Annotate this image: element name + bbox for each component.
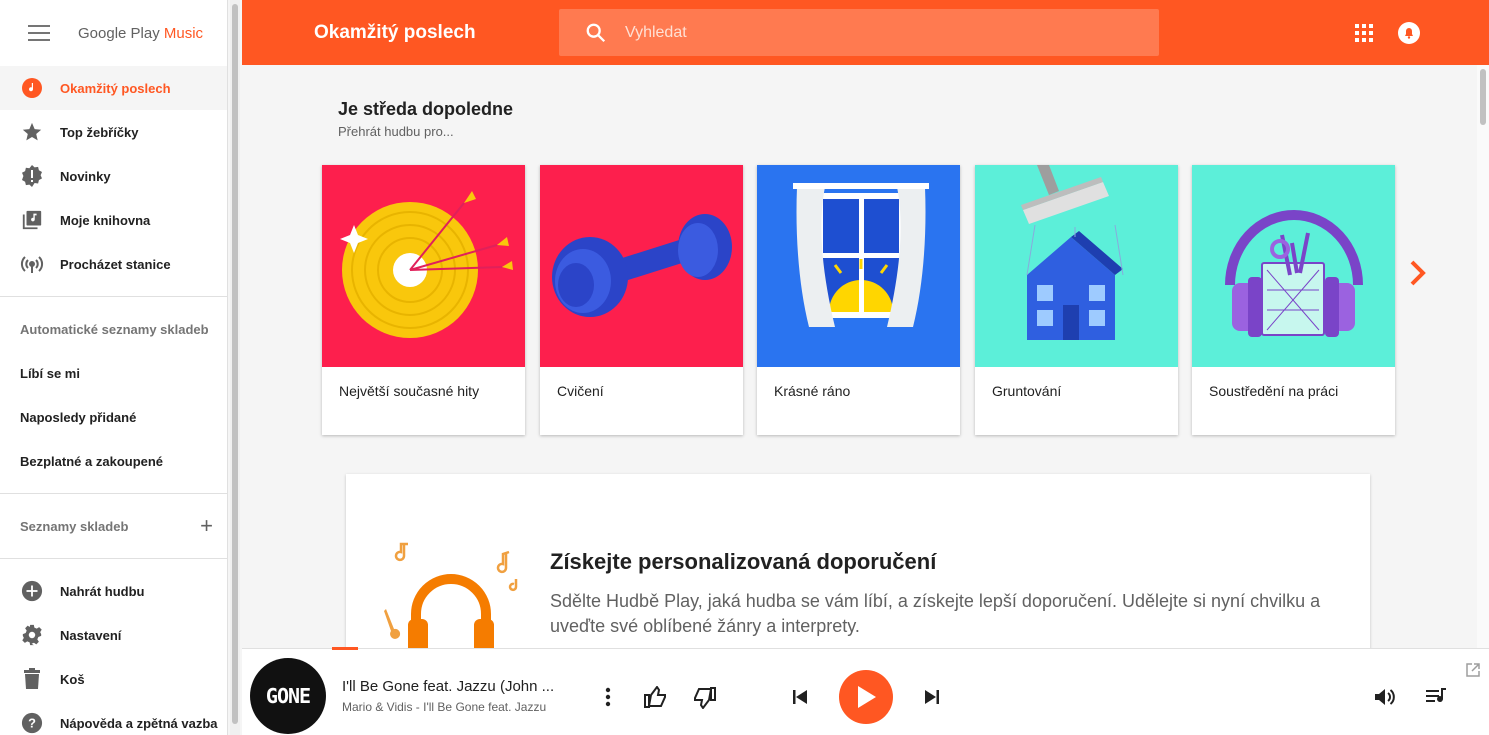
card-label: Gruntování — [992, 383, 1062, 399]
auto-playlist-liked[interactable]: Líbí se mi — [0, 351, 227, 395]
playlists-header-label: Seznamy skladeb — [20, 518, 129, 534]
card-art — [757, 165, 960, 367]
album-art[interactable]: GONE — [250, 658, 326, 734]
auto-playlist-free-purchased[interactable]: Bezplatné a zakoupené — [0, 439, 227, 483]
card-label: Soustředění na práci — [1209, 383, 1339, 399]
hamburger-menu-icon[interactable] — [28, 25, 50, 41]
card-label: Cvičení — [557, 383, 604, 399]
card-cleaning[interactable]: Gruntování — [975, 165, 1178, 435]
next-track-icon[interactable] — [920, 685, 944, 709]
player-bar: GONE I'll Be Gone feat. Jazzu (John ... … — [242, 647, 1489, 735]
sidebar-item-browse-stations[interactable]: Procházet stanice — [0, 242, 227, 286]
sidebar-item-new-releases[interactable]: Novinky — [0, 154, 227, 198]
sidebar-item-label: Koš — [60, 671, 85, 687]
card-label: Největší současné hity — [339, 383, 480, 399]
library-music-icon — [20, 208, 44, 232]
help-icon: ? — [20, 711, 44, 735]
sidebar-scrollbar[interactable] — [230, 0, 240, 735]
settings-gear-icon — [20, 623, 44, 647]
sidebar-header: Google Play Music — [0, 0, 227, 66]
playback-progress[interactable] — [332, 647, 358, 650]
volume-icon[interactable] — [1372, 684, 1398, 710]
notifications-icon[interactable] — [1398, 22, 1420, 44]
top-bar: Okamžitý poslech — [242, 0, 1489, 65]
track-title[interactable]: I'll Be Gone feat. Jazzu (John ... — [342, 678, 554, 695]
queue-icon[interactable] — [1424, 685, 1450, 709]
new-releases-icon — [20, 164, 44, 188]
star-icon — [20, 120, 44, 144]
search-input[interactable] — [623, 22, 1103, 43]
main-scrollbar-thumb[interactable] — [1480, 69, 1486, 125]
main-content: Je středa dopoledne Přehrát hudbu pro...… — [242, 65, 1477, 648]
promo-title: Získejte personalizovaná doporučení — [550, 549, 937, 574]
sidebar-item-label: Procházet stanice — [60, 256, 171, 272]
play-icon — [858, 686, 876, 708]
auto-playlists-header: Automatické seznamy skladeb — [20, 321, 209, 337]
sidebar-item-label: Moje knihovna — [60, 212, 151, 228]
sidebar-item-listen-now[interactable]: Okamžitý poslech — [0, 66, 227, 110]
sidebar-item-upload-music[interactable]: Nahrát hudbu — [0, 569, 227, 613]
listen-now-icon — [20, 76, 44, 100]
sidebar-item-label: Nápověda a zpětná vazba — [60, 715, 218, 731]
sidebar-item-label: Nahrát hudbu — [60, 583, 145, 599]
promo-description: Sdělte Hudbě Play, jaká hudba se vám líb… — [550, 591, 1321, 636]
card-art — [322, 165, 525, 367]
sidebar-item-my-library[interactable]: Moje knihovna — [0, 198, 227, 242]
card-biggest-hits[interactable]: Největší současné hity — [322, 165, 525, 435]
sidebar-scrollbar-thumb[interactable] — [232, 4, 238, 724]
sidebar-item-settings[interactable]: Nastavení — [0, 613, 227, 657]
play-button[interactable] — [839, 670, 893, 724]
divider — [0, 558, 227, 559]
search-icon[interactable] — [585, 22, 607, 44]
card-art — [540, 165, 743, 367]
main-scrollbar[interactable] — [1477, 65, 1489, 648]
thumbs-down-icon[interactable] — [690, 685, 718, 711]
apps-grid-icon[interactable] — [1355, 24, 1373, 42]
chevron-right-icon[interactable] — [1406, 258, 1430, 288]
auto-playlist-recently-added[interactable]: Naposledy přidané — [0, 395, 227, 439]
card-beautiful-morning[interactable]: Krásné ráno — [757, 165, 960, 435]
card-workout[interactable]: Cvičení — [540, 165, 743, 435]
recommendations-promo: Získejte personalizovaná doporučení Sděl… — [346, 474, 1370, 648]
headphones-notes-icon — [384, 542, 518, 648]
svg-text:?: ? — [28, 716, 36, 731]
previous-track-icon[interactable] — [788, 685, 812, 709]
section-subheading: Přehrát hudbu pro... — [338, 124, 454, 139]
expand-icon[interactable] — [1466, 663, 1480, 677]
sidebar: Google Play Music Okamžitý poslech Top ž… — [0, 0, 228, 735]
card-focus-at-work[interactable]: Soustředění na práci — [1192, 165, 1395, 435]
sidebar-item-label: Novinky — [60, 168, 111, 184]
sidebar-item-top-charts[interactable]: Top žebříčky — [0, 110, 227, 154]
card-label: Krásné ráno — [774, 383, 851, 399]
sidebar-item-trash[interactable]: Koš — [0, 657, 227, 701]
add-playlist-icon[interactable]: + — [200, 513, 213, 539]
sidebar-item-label: Nastavení — [60, 627, 122, 643]
track-artist[interactable]: Mario & Vidis - I'll Be Gone feat. Jazzu — [342, 700, 546, 714]
page-title: Okamžitý poslech — [314, 21, 476, 43]
card-art — [1192, 165, 1395, 367]
card-art — [975, 165, 1178, 367]
more-options-icon[interactable] — [596, 685, 620, 709]
sidebar-item-label: Top žebříčky — [60, 124, 139, 140]
divider — [0, 296, 227, 297]
search-box[interactable] — [559, 9, 1159, 56]
section-heading: Je středa dopoledne — [338, 99, 514, 119]
playlists-header: Seznamy skladeb + — [0, 504, 227, 548]
sidebar-item-label: Okamžitý poslech — [60, 80, 171, 96]
sidebar-item-help[interactable]: ? Nápověda a zpětná vazba — [0, 701, 227, 735]
app-logo[interactable]: Google Play Music — [78, 25, 203, 42]
trash-icon — [20, 667, 44, 691]
radio-station-icon — [20, 252, 44, 276]
divider — [0, 493, 227, 494]
upload-icon — [20, 579, 44, 603]
thumbs-up-icon[interactable] — [642, 684, 670, 710]
